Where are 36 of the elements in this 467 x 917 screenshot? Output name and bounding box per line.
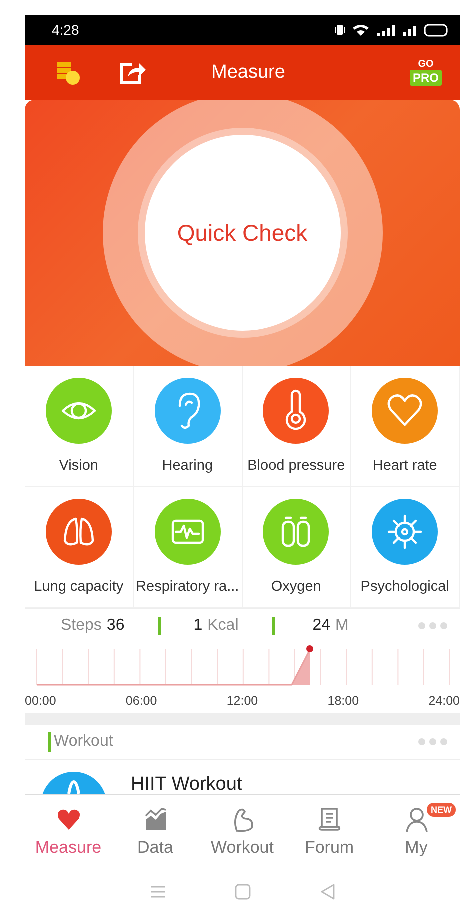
time-label: 12:00 <box>226 694 258 708</box>
test-tile[interactable]: Heart rate <box>351 366 460 487</box>
test-tile[interactable]: Psychological <box>351 487 460 608</box>
quick-check-button[interactable]: Quick Check <box>144 135 340 331</box>
home-icon[interactable] <box>234 884 250 900</box>
time-label: 18:00 <box>328 694 360 708</box>
back-icon[interactable] <box>320 884 336 900</box>
kcal-value: 1 <box>194 617 203 635</box>
battery-icon <box>424 24 448 36</box>
steps-value: 36 <box>106 617 125 635</box>
kcal-unit: Kcal <box>208 617 239 635</box>
workout-title[interactable]: HIIT Workout <box>131 774 242 794</box>
test-tile[interactable]: Lung capacity <box>25 487 134 608</box>
new-badge: NEW <box>427 803 456 817</box>
wifi-icon <box>353 24 369 36</box>
minutes-unit: M <box>336 617 349 635</box>
test-tile[interactable]: Blood pressure <box>242 366 352 487</box>
test-tile[interactable]: Hearing <box>134 366 242 487</box>
status-time: 4:28 <box>52 22 80 38</box>
signal-icon <box>377 24 395 36</box>
steps-label: Steps <box>61 617 102 635</box>
more-icon[interactable] <box>418 622 448 630</box>
coins-icon[interactable] <box>55 60 81 86</box>
section-title: Workout <box>48 732 114 752</box>
signal-icon <box>403 24 416 36</box>
time-label: 06:00 <box>126 694 158 708</box>
time-label: 24:00 <box>428 694 460 708</box>
test-tile[interactable]: Respiratory ra... <box>134 487 242 608</box>
time-label: 00:00 <box>25 694 56 708</box>
test-tile[interactable]: Vision <box>25 366 134 487</box>
test-tile[interactable]: Oxygen <box>242 487 352 608</box>
more-icon[interactable] <box>418 738 448 746</box>
page-title: Measure <box>212 62 286 84</box>
minutes-value: 24 <box>312 617 331 635</box>
vibrate-icon <box>335 24 345 36</box>
menu-icon[interactable] <box>150 884 166 898</box>
